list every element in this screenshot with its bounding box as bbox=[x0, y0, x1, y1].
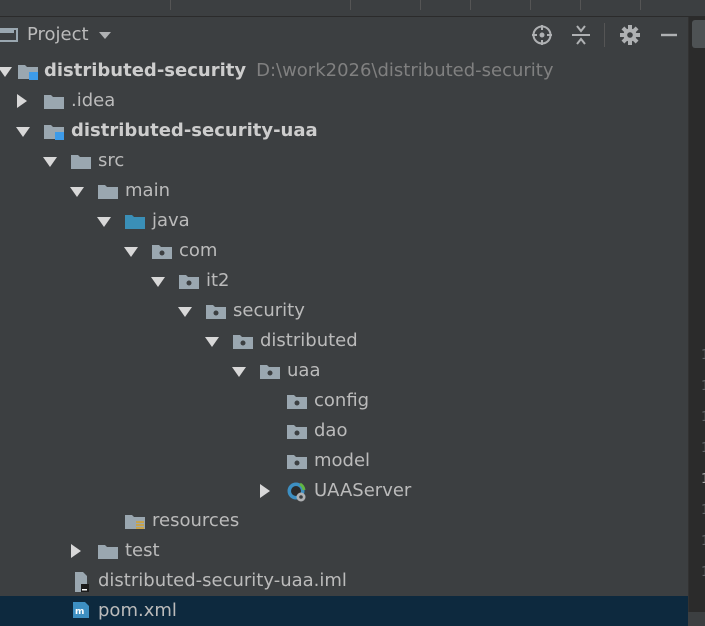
line-number: 1 bbox=[701, 503, 705, 518]
source-root-folder-icon bbox=[125, 215, 145, 229]
tree-row-java[interactable]: java bbox=[0, 206, 688, 236]
editor-edge bbox=[688, 17, 705, 612]
folder-icon bbox=[44, 95, 64, 109]
tree-row-src[interactable]: src bbox=[0, 146, 688, 176]
tree-row-module[interactable]: distributed-security-uaa bbox=[0, 116, 688, 146]
com-label: com bbox=[179, 240, 218, 261]
line-number: 1 bbox=[701, 565, 705, 580]
package-icon bbox=[287, 455, 307, 469]
iml-file-icon bbox=[75, 572, 89, 592]
line-number: 1 bbox=[701, 441, 705, 456]
tree-row-pom[interactable]: m pom.xml bbox=[0, 596, 688, 626]
expand-arrow-icon[interactable] bbox=[205, 337, 219, 347]
expand-arrow-icon[interactable] bbox=[178, 307, 192, 317]
tree-row-iml[interactable]: distributed-security-uaa.iml bbox=[0, 566, 688, 596]
expand-arrow-icon[interactable] bbox=[232, 367, 246, 377]
project-toolbar: Project bbox=[0, 17, 688, 53]
line-number: 1 bbox=[701, 534, 705, 549]
spring-boot-class-icon bbox=[287, 482, 306, 502]
package-icon bbox=[206, 305, 226, 319]
collapse-all-button[interactable] bbox=[568, 23, 594, 47]
java-label: java bbox=[152, 210, 190, 231]
package-icon bbox=[287, 425, 307, 439]
folder-icon bbox=[98, 545, 118, 559]
editor-tab[interactable] bbox=[692, 20, 705, 48]
tree-row-test[interactable]: test bbox=[0, 536, 688, 566]
project-tree: distributed-security D:\work2026\distribu… bbox=[0, 56, 688, 626]
collapse-all-icon bbox=[572, 25, 590, 45]
tree-row-it2[interactable]: it2 bbox=[0, 266, 688, 296]
locate-file-button[interactable] bbox=[529, 23, 555, 47]
gear-icon bbox=[620, 25, 640, 45]
src-label: src bbox=[98, 150, 125, 171]
resources-label: resources bbox=[152, 510, 240, 531]
line-number: 1 bbox=[701, 379, 705, 394]
config-label: config bbox=[314, 390, 370, 411]
package-icon bbox=[233, 335, 253, 349]
expand-arrow-icon[interactable] bbox=[124, 247, 138, 257]
tree-row-distributed[interactable]: distributed bbox=[0, 326, 688, 356]
test-label: test bbox=[125, 540, 160, 561]
module-folder-icon bbox=[44, 125, 64, 140]
view-dropdown-arrow-icon[interactable] bbox=[99, 32, 111, 39]
crosshair-icon bbox=[532, 25, 552, 45]
maven-file-icon: m bbox=[73, 602, 89, 618]
expand-arrow-icon[interactable] bbox=[151, 277, 165, 287]
tree-row-uaaserver[interactable]: UAAServer bbox=[0, 476, 688, 506]
settings-button[interactable] bbox=[617, 23, 643, 47]
module-label: distributed-security-uaa bbox=[71, 120, 318, 141]
root-label: distributed-security D:\work2026\distribu… bbox=[44, 60, 554, 81]
toolbar-separator bbox=[604, 23, 605, 47]
model-label: model bbox=[314, 450, 371, 471]
expand-arrow-icon[interactable] bbox=[16, 127, 30, 137]
line-number: 1 bbox=[701, 410, 705, 425]
folder-icon bbox=[71, 155, 91, 169]
uaaserver-label: UAAServer bbox=[314, 480, 412, 501]
tree-row-resources[interactable]: resources bbox=[0, 506, 688, 536]
tree-row-idea[interactable]: .idea bbox=[0, 86, 688, 116]
idea-label: .idea bbox=[71, 90, 116, 111]
tree-row-uaa[interactable]: uaa bbox=[0, 356, 688, 386]
module-folder-icon bbox=[18, 65, 38, 80]
tree-row-config[interactable]: config bbox=[0, 386, 688, 416]
iml-label: distributed-security-uaa.iml bbox=[98, 570, 347, 591]
pom-label: pom.xml bbox=[98, 600, 177, 621]
line-number: 1 bbox=[701, 348, 705, 363]
tree-row-model[interactable]: model bbox=[0, 446, 688, 476]
main-label: main bbox=[125, 180, 170, 201]
package-icon bbox=[179, 275, 199, 289]
collapse-arrow-icon[interactable] bbox=[71, 544, 81, 558]
uaa-label: uaa bbox=[287, 360, 321, 381]
tree-row-com[interactable]: com bbox=[0, 236, 688, 266]
folder-icon bbox=[98, 185, 118, 199]
distributed-label: distributed bbox=[260, 330, 358, 351]
project-window-icon bbox=[0, 28, 18, 42]
dao-label: dao bbox=[314, 420, 348, 441]
collapse-arrow-icon[interactable] bbox=[17, 94, 27, 108]
panel-title[interactable]: Project bbox=[27, 24, 89, 45]
root-path: D:\work2026\distributed-security bbox=[256, 60, 554, 81]
collapse-arrow-icon[interactable] bbox=[260, 484, 270, 498]
tree-row-security[interactable]: security bbox=[0, 296, 688, 326]
expand-arrow-icon[interactable] bbox=[97, 217, 111, 227]
expand-arrow-icon[interactable] bbox=[43, 157, 57, 167]
package-icon bbox=[260, 365, 280, 379]
root-name: distributed-security bbox=[44, 60, 247, 81]
expand-arrow-icon[interactable] bbox=[0, 67, 12, 77]
package-icon bbox=[287, 395, 307, 409]
svg-text:m: m bbox=[75, 607, 84, 617]
minimize-icon bbox=[661, 33, 677, 37]
line-number: 1 bbox=[701, 472, 705, 487]
package-icon bbox=[152, 245, 172, 259]
resources-folder-icon bbox=[125, 515, 145, 529]
security-label: security bbox=[233, 300, 305, 321]
tree-row-root[interactable]: distributed-security D:\work2026\distribu… bbox=[0, 56, 688, 86]
editor-tab-strip bbox=[0, 0, 705, 17]
expand-arrow-icon[interactable] bbox=[70, 187, 84, 197]
tree-row-dao[interactable]: dao bbox=[0, 416, 688, 446]
hide-panel-button[interactable] bbox=[656, 23, 682, 47]
tree-row-main[interactable]: main bbox=[0, 176, 688, 206]
it2-label: it2 bbox=[206, 270, 230, 291]
